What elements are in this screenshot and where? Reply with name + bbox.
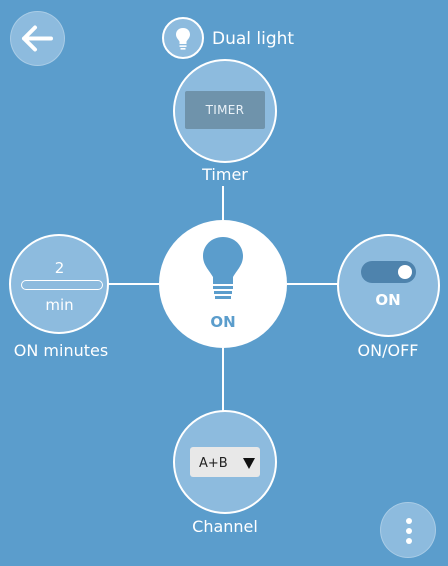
channel-select[interactable]: A+B [190,447,260,477]
on-minutes-value: 2 [54,259,65,277]
on-off-caption: ON/OFF [357,341,419,360]
more-options-button[interactable] [380,502,436,558]
on-minutes-unit: min [45,296,74,314]
device-title: Dual light [212,29,295,49]
toggle-knob [398,265,412,279]
lightbulb-icon [176,28,190,50]
on-minutes-caption: ON minutes [13,341,109,360]
power-node[interactable]: ON [159,220,287,348]
on-off-node [337,234,440,337]
connector-right [287,283,338,285]
connector-left [108,283,159,285]
on-minutes-input[interactable] [21,280,103,290]
device-icon-badge [162,17,204,59]
chevron-down-icon [243,458,255,469]
on-off-toggle[interactable] [361,261,416,283]
timer-caption: Timer [202,165,248,184]
timer-button[interactable]: TIMER [185,91,265,129]
connector-bottom [222,348,224,412]
back-button[interactable] [10,11,65,66]
channel-selected-value: A+B [199,456,228,471]
arrow-left-icon [22,25,53,52]
connector-top [222,186,224,220]
channel-caption: Channel [192,517,258,536]
power-state: ON [210,313,236,331]
on-off-state: ON [375,291,401,309]
